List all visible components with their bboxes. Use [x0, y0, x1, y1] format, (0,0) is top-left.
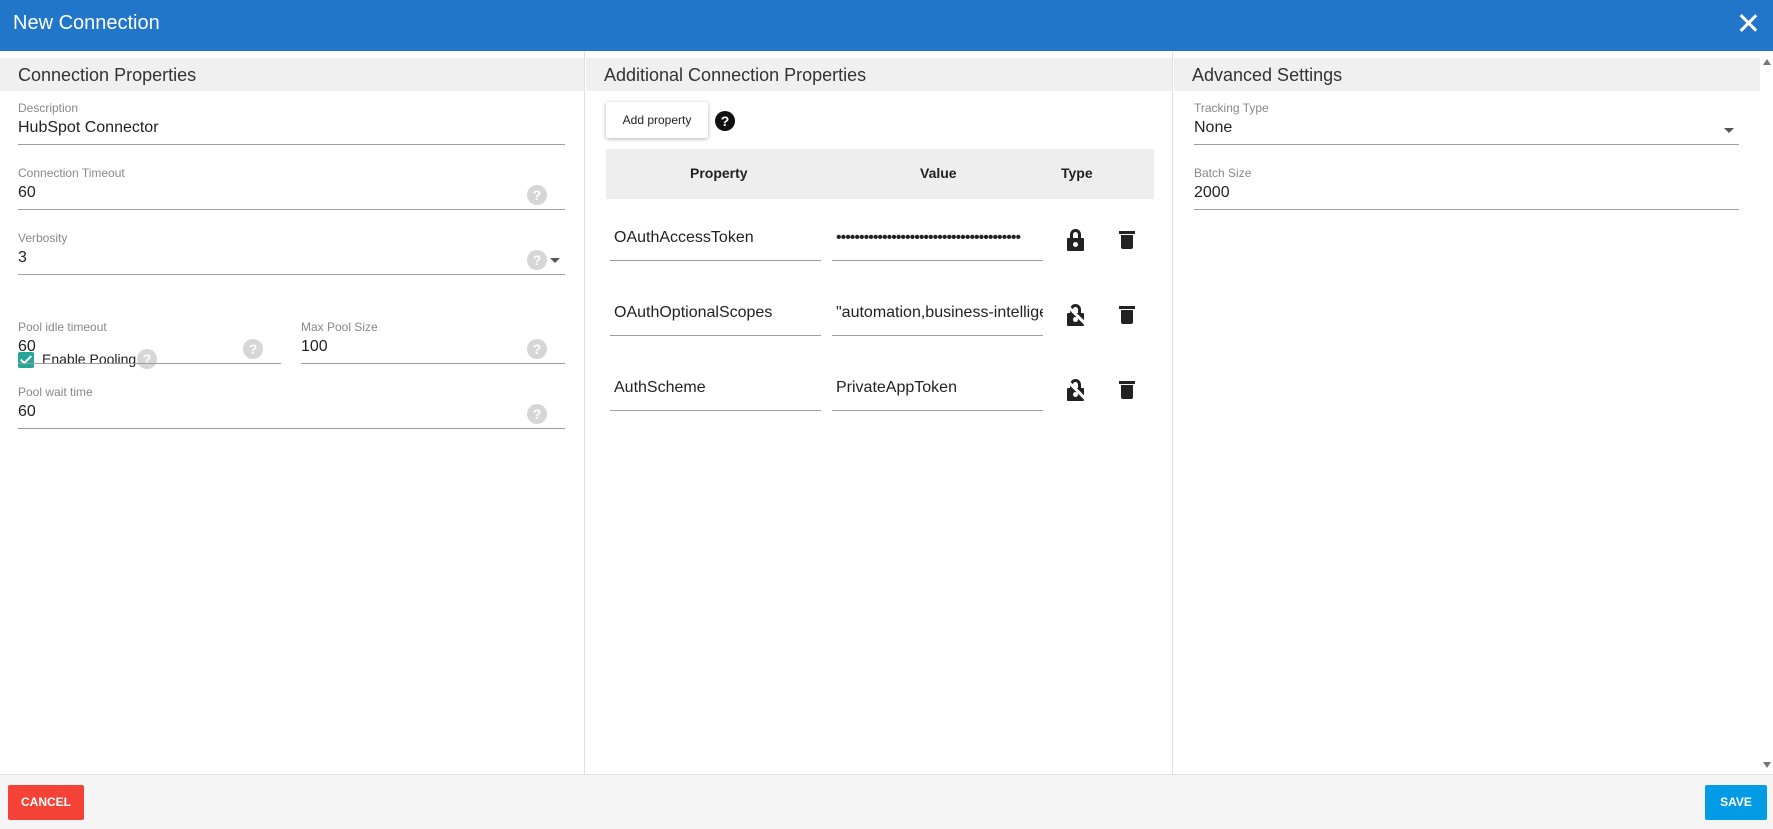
help-icon[interactable]: ?	[527, 339, 547, 359]
property-value-field[interactable]: "automation,business-intelligence	[832, 292, 1043, 336]
connection-properties-header: Connection Properties	[0, 58, 584, 91]
scroll-up-icon[interactable]	[1763, 59, 1771, 65]
property-name[interactable]: OAuthOptionalScopes	[614, 304, 821, 322]
table-row: OAuthOptionalScopes "automation,business…	[606, 292, 1154, 336]
connection-timeout-input[interactable]: 60	[18, 184, 36, 202]
chevron-down-icon[interactable]	[550, 258, 560, 263]
underline	[18, 428, 565, 429]
pool-idle-timeout-label: Pool idle timeout	[18, 320, 107, 334]
tracking-type-value[interactable]: None	[1194, 119, 1232, 137]
pool-idle-timeout-field[interactable]: Pool idle timeout 60 ?	[18, 320, 281, 366]
batch-size-input[interactable]: 2000	[1194, 184, 1230, 202]
property-name[interactable]: AuthScheme	[614, 379, 821, 397]
scroll-down-icon[interactable]	[1763, 762, 1771, 768]
section-title: Connection Properties	[18, 65, 197, 85]
unlocked-icon[interactable]	[1067, 379, 1087, 401]
scrollbar[interactable]	[1760, 51, 1773, 774]
underline	[18, 274, 565, 275]
table-row: OAuthAccessToken •••••••••••••••••••••••…	[606, 217, 1154, 261]
max-pool-size-field[interactable]: Max Pool Size 100 ?	[301, 320, 565, 366]
dialog-title: New Connection	[13, 12, 160, 34]
delete-icon[interactable]	[1119, 381, 1135, 399]
cancel-button[interactable]: CANCEL	[8, 785, 84, 820]
underline	[301, 363, 565, 364]
delete-icon[interactable]	[1119, 231, 1135, 249]
property-value[interactable]: ••••••••••••••••••••••••••••••••••••••••	[836, 229, 1043, 247]
underline	[18, 144, 565, 145]
additional-properties-panel: Additional Connection Properties Add pro…	[586, 51, 1173, 774]
connection-properties-panel: Connection Properties Description HubSpo…	[0, 51, 585, 774]
property-value[interactable]: "automation,business-intelligence	[836, 304, 1043, 322]
description-input[interactable]: HubSpot Connector	[18, 119, 159, 137]
underline	[18, 209, 565, 210]
connection-timeout-field[interactable]: Connection Timeout 60 ?	[18, 166, 565, 212]
property-value[interactable]: PrivateAppToken	[836, 379, 1043, 397]
close-icon[interactable]	[1737, 12, 1759, 34]
lock-icon[interactable]	[1067, 229, 1084, 251]
column-header-property: Property	[690, 165, 748, 181]
property-value-field[interactable]: PrivateAppToken	[832, 367, 1043, 411]
properties-table-header: Property Value Type	[606, 149, 1154, 199]
max-pool-size-label: Max Pool Size	[301, 320, 378, 334]
unlocked-icon[interactable]	[1067, 304, 1087, 326]
add-property-button[interactable]: Add property	[606, 102, 708, 138]
advanced-settings-panel: Advanced Settings Tracking Type None Bat…	[1174, 51, 1760, 774]
help-icon[interactable]: ?	[527, 250, 547, 270]
verbosity-select[interactable]: Verbosity 3 ?	[18, 231, 565, 277]
help-icon[interactable]: ?	[715, 111, 735, 131]
description-label: Description	[18, 101, 79, 115]
property-name[interactable]: OAuthAccessToken	[614, 229, 821, 247]
underline	[18, 363, 281, 364]
pool-wait-time-field[interactable]: Pool wait time 60 ?	[18, 385, 565, 431]
property-value-field[interactable]: ••••••••••••••••••••••••••••••••••••••••	[832, 217, 1043, 261]
property-name-field[interactable]: AuthScheme	[610, 367, 821, 411]
description-field[interactable]: Description HubSpot Connector	[18, 101, 565, 147]
table-row: AuthScheme PrivateAppToken	[606, 367, 1154, 411]
underline	[1194, 209, 1739, 210]
save-button[interactable]: SAVE	[1705, 785, 1767, 820]
chevron-down-icon[interactable]	[1724, 128, 1734, 133]
tracking-type-select[interactable]: Tracking Type None	[1194, 101, 1739, 147]
property-name-field[interactable]: OAuthOptionalScopes	[610, 292, 821, 336]
column-header-type: Type	[1061, 165, 1093, 181]
dialog-title-bar: New Connection	[0, 0, 1773, 51]
batch-size-label: Batch Size	[1194, 166, 1252, 180]
delete-icon[interactable]	[1119, 306, 1135, 324]
verbosity-value[interactable]: 3	[18, 249, 27, 267]
help-icon[interactable]: ?	[527, 185, 547, 205]
pool-wait-time-label: Pool wait time	[18, 385, 93, 399]
max-pool-size-input[interactable]: 100	[301, 338, 328, 356]
connection-timeout-label: Connection Timeout	[18, 166, 125, 180]
pool-idle-timeout-input[interactable]: 60	[18, 338, 36, 356]
batch-size-field[interactable]: Batch Size 2000	[1194, 166, 1739, 212]
advanced-settings-header: Advanced Settings	[1174, 58, 1760, 91]
help-icon[interactable]: ?	[527, 404, 547, 424]
verbosity-label: Verbosity	[18, 231, 68, 245]
property-name-field[interactable]: OAuthAccessToken	[610, 217, 821, 261]
section-title: Advanced Settings	[1192, 65, 1343, 85]
help-icon[interactable]: ?	[243, 339, 263, 359]
section-title: Additional Connection Properties	[604, 65, 867, 85]
dialog-footer: CANCEL SAVE	[0, 774, 1773, 829]
pool-wait-time-input[interactable]: 60	[18, 403, 36, 421]
column-header-value: Value	[920, 165, 957, 181]
underline	[1194, 144, 1739, 145]
tracking-type-label: Tracking Type	[1194, 101, 1269, 115]
additional-properties-header: Additional Connection Properties	[586, 58, 1172, 91]
